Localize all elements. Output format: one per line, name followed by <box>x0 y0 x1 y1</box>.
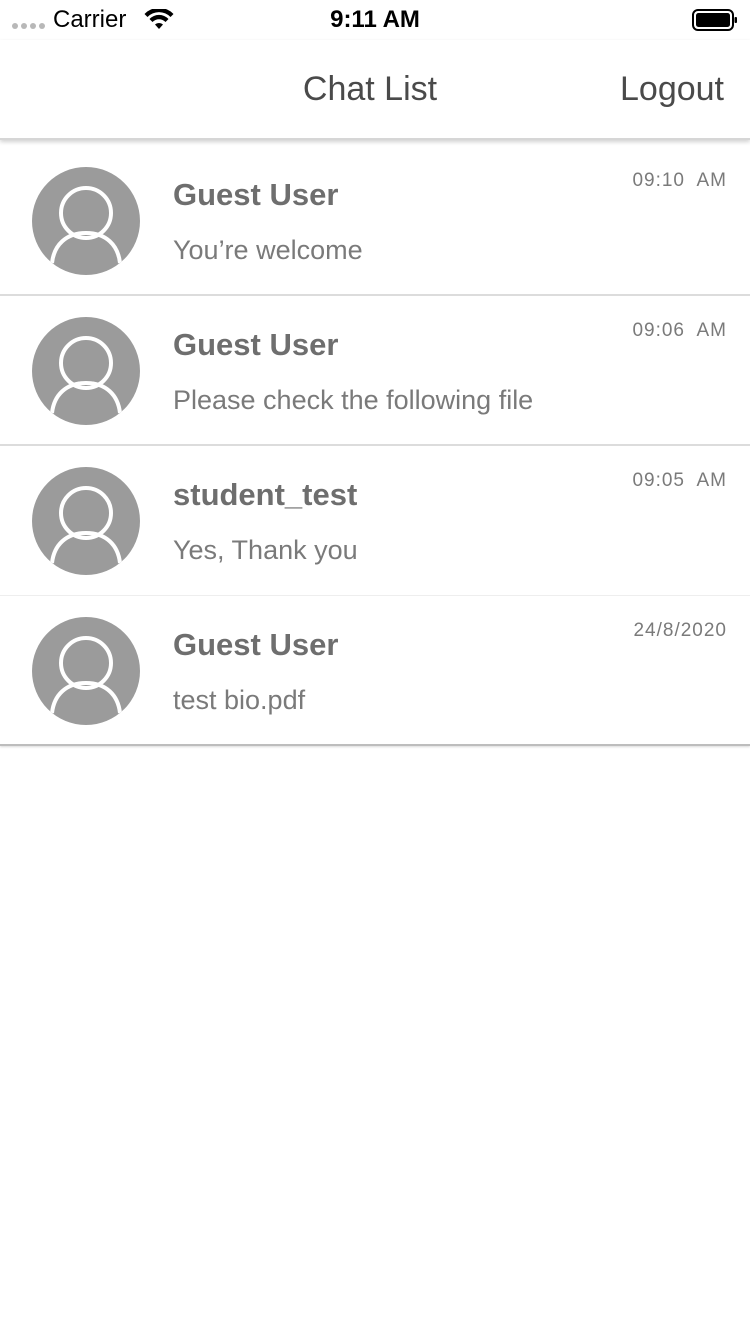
user-avatar-icon <box>32 467 140 575</box>
chat-name: Guest User <box>173 327 339 362</box>
chat-name: student_test <box>173 477 358 512</box>
chat-last-message: You’re welcome <box>173 235 363 265</box>
chat-list: Guest User You’re welcome 09:10 AM Guest… <box>0 146 750 746</box>
chat-last-message: test bio.pdf <box>173 685 306 715</box>
chat-last-message: Yes, Thank you <box>173 535 358 565</box>
logout-button[interactable]: Logout <box>620 70 724 109</box>
chat-timestamp: 09:10 AM <box>632 170 727 191</box>
chat-name: Guest User <box>173 177 339 212</box>
status-bar: Carrier 9:11 AM <box>0 0 750 40</box>
user-avatar-icon <box>32 317 140 425</box>
chat-list-item[interactable]: Guest User test bio.pdf 24/8/2020 <box>0 596 750 746</box>
chat-list-item[interactable]: student_test Yes, Thank you 09:05 AM <box>0 446 750 596</box>
chat-timestamp: 09:06 AM <box>632 320 727 341</box>
user-avatar-icon <box>32 167 140 275</box>
nav-bar: Chat List Logout <box>0 40 750 140</box>
status-time: 9:11 AM <box>330 6 420 33</box>
chat-list-item[interactable]: Guest User You’re welcome 09:10 AM <box>0 146 750 296</box>
chat-list-item[interactable]: Guest User Please check the following fi… <box>0 296 750 446</box>
chat-last-message: Please check the following file <box>173 385 534 415</box>
user-avatar-icon <box>32 617 140 725</box>
chat-timestamp: 24/8/2020 <box>633 620 727 641</box>
chat-name: Guest User <box>173 627 339 662</box>
chat-timestamp: 09:05 AM <box>632 470 727 491</box>
battery-icon <box>692 9 737 31</box>
